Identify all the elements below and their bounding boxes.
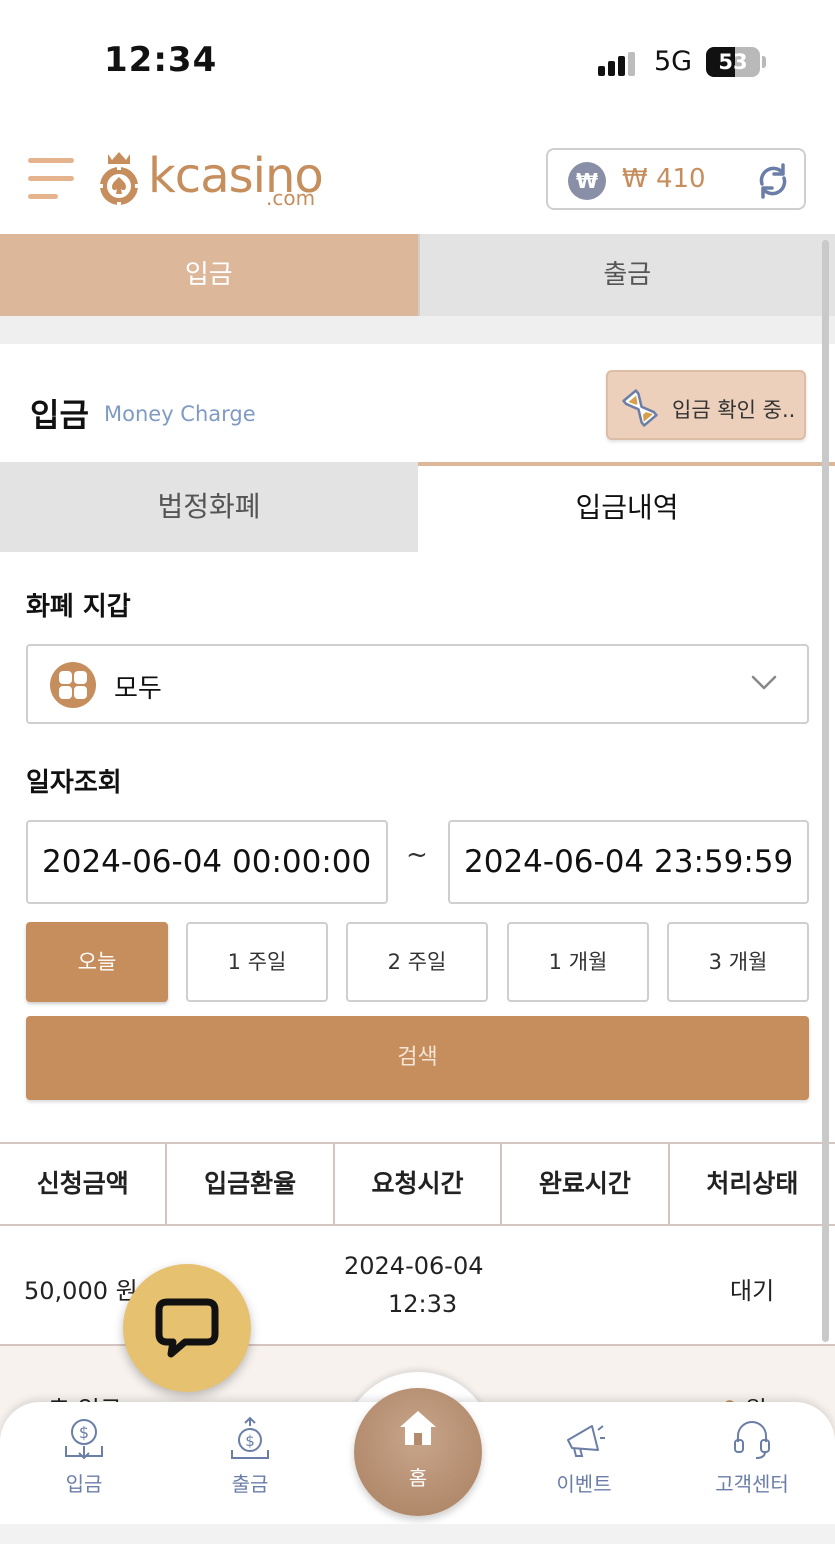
balance-box: ₩ ₩ 410	[546, 148, 806, 210]
column-header: 요청시간	[335, 1144, 503, 1224]
nav-support-label: 고객센터	[715, 1472, 789, 1496]
logo[interactable]: kcasino .com	[94, 148, 334, 212]
table-header: 신청금액 입금환율 요청시간 완료시간 처리상태	[0, 1142, 835, 1226]
headset-icon	[734, 1421, 770, 1459]
wallet-label: 화폐 지갑	[26, 592, 131, 622]
period-1month-button[interactable]: 1 개월	[507, 922, 649, 1002]
wallet-selected: 모두	[114, 674, 162, 704]
chevron-down-icon	[751, 675, 777, 690]
scrollbar[interactable]	[822, 240, 829, 1342]
home-icon	[400, 1411, 436, 1445]
logo-domain: .com	[266, 186, 316, 210]
status-time: 12:34	[104, 40, 218, 80]
refresh-icon[interactable]	[754, 162, 792, 200]
column-header: 신청금액	[0, 1144, 168, 1224]
network-type: 5G	[654, 46, 693, 77]
menu-icon[interactable]	[28, 158, 74, 202]
withdraw-icon: $	[231, 1416, 269, 1459]
page-subtitle: Money Charge	[104, 402, 256, 426]
deposit-icon: $	[65, 1419, 103, 1460]
hourglass-icon	[622, 389, 658, 427]
column-header: 완료시간	[502, 1144, 670, 1224]
poker-chip-icon	[98, 152, 140, 207]
status-bar: 12:34 5G 53	[0, 0, 835, 120]
nav-support[interactable]: 고객센터	[692, 1416, 812, 1497]
chat-bubble-icon	[155, 1298, 219, 1358]
home-indicator-area	[0, 1524, 835, 1544]
pending-deposit-button[interactable]: 입금 확인 중..	[606, 370, 806, 440]
wallet-select[interactable]: 모두	[26, 644, 809, 724]
column-header: 입금환율	[167, 1144, 335, 1224]
period-2week-button[interactable]: 2 주일	[346, 922, 488, 1002]
column-header: 처리상태	[706, 1169, 799, 1198]
grid-icon	[50, 662, 96, 708]
megaphone-icon	[567, 1425, 605, 1457]
svg-text:$: $	[245, 1432, 255, 1450]
nav-event[interactable]: 이벤트	[524, 1416, 644, 1497]
nav-event-label: 이벤트	[556, 1472, 612, 1496]
end-date-input[interactable]: 2024-06-04 23:59:59	[448, 820, 809, 904]
app-header: kcasino .com ₩ ₩ 410	[0, 120, 835, 234]
nav-home-label: 홈	[408, 1466, 428, 1490]
live-chat-button[interactable]	[123, 1264, 251, 1392]
nav-deposit-label: 입금	[65, 1472, 103, 1496]
balance-amount: ₩ 410	[622, 164, 706, 194]
battery-icon: 53	[706, 47, 760, 77]
divider-band	[0, 316, 835, 344]
svg-text:$: $	[79, 1423, 89, 1442]
tab-fiat[interactable]: 법정화폐	[0, 462, 418, 552]
date-separator: ~	[406, 840, 428, 870]
tab-deposit[interactable]: 입금	[0, 234, 418, 316]
period-3month-button[interactable]: 3 개월	[667, 922, 809, 1002]
page-title: 입금	[30, 396, 89, 434]
search-button[interactable]: 검색	[26, 1016, 809, 1100]
period-today-button[interactable]: 오늘	[26, 922, 168, 1002]
won-icon: ₩	[568, 162, 606, 200]
nav-home-button[interactable]: 홈	[354, 1388, 482, 1516]
period-1week-button[interactable]: 1 주일	[186, 922, 328, 1002]
battery-cap	[762, 56, 766, 68]
start-date-input[interactable]: 2024-06-04 00:00:00	[26, 820, 388, 904]
tab-deposit-history[interactable]: 입금내역	[418, 462, 835, 552]
cell-request-time: 12:33	[388, 1290, 458, 1318]
nav-deposit[interactable]: $ 입금	[24, 1416, 144, 1497]
pending-label: 입금 확인 중..	[672, 398, 796, 422]
nav-withdraw-label: 출금	[231, 1472, 269, 1496]
top-tabs: 입금 출금	[0, 234, 835, 316]
sub-tabs: 법정화폐 입금내역	[0, 462, 835, 552]
cell-request-date: 2024-06-04	[344, 1252, 484, 1280]
cell-status: 대기	[730, 1277, 775, 1305]
section-header: 입금 Money Charge 입금 확인 중..	[0, 344, 835, 462]
signal-icon	[598, 52, 638, 76]
nav-withdraw[interactable]: $ 출금	[190, 1416, 310, 1497]
cell-amount: 50,000 원	[24, 1277, 138, 1305]
tab-withdraw[interactable]: 출금	[417, 234, 835, 316]
date-label: 일자조회	[26, 768, 122, 798]
battery-level: 53	[718, 50, 748, 74]
